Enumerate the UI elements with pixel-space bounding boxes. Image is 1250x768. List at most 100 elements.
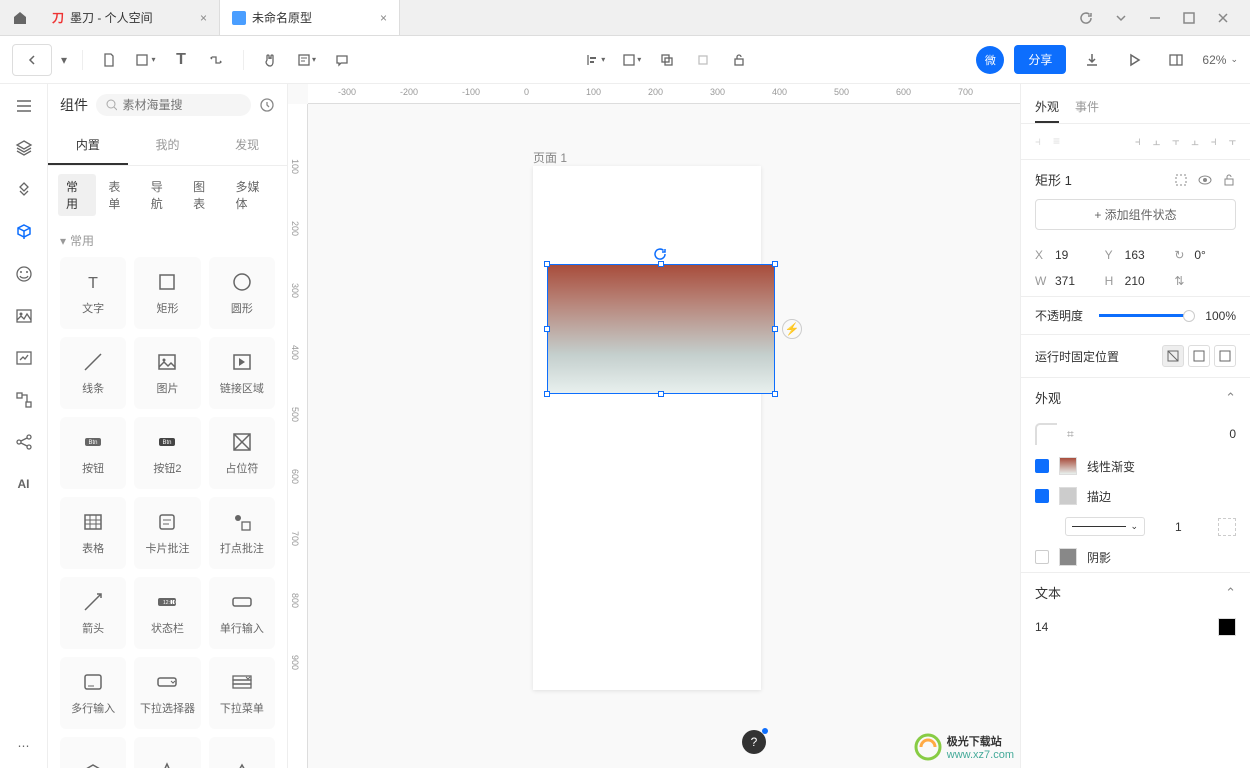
fixed-bottom[interactable] [1214,345,1236,367]
list-icon[interactable] [12,94,36,118]
component-item[interactable]: Btn按钮2 [134,417,200,489]
tab-prototype[interactable]: 未命名原型 × [220,0,400,35]
resize-handle[interactable] [544,326,550,332]
text-tool[interactable]: T [165,44,197,76]
interaction-icon[interactable]: ⚡ [782,319,802,339]
cat-media[interactable]: 多媒体 [227,174,277,216]
rotate-handle[interactable] [653,247,667,261]
help-button[interactable]: ? [742,730,766,754]
more-icon[interactable]: ⋯ [12,734,36,758]
comment-tool[interactable] [326,44,358,76]
shadow-checkbox[interactable] [1035,550,1049,564]
component-item[interactable]: 线条 [60,337,126,409]
page-label[interactable]: 页面 1 [533,149,567,166]
tab-appearance[interactable]: 外观 [1035,92,1059,123]
section-header[interactable]: ▾ 常用 [48,224,287,257]
component-item[interactable]: 占位符 [209,417,275,489]
group-icon[interactable] [687,44,719,76]
link-icon[interactable]: ⇅ [1174,274,1184,288]
align-middle-icon[interactable]: ⫞ [1211,134,1217,149]
fixed-top[interactable] [1188,345,1210,367]
combine-icon[interactable] [651,44,683,76]
stroke-style-select[interactable]: ⌄ [1065,517,1145,536]
component-item[interactable]: 打点批注 [209,497,275,569]
component-item[interactable]: 单行输入 [209,577,275,649]
shadow-swatch[interactable] [1059,548,1077,566]
component-item[interactable]: 圆形 [209,257,275,329]
add-state-button[interactable]: + 添加组件状态 [1035,199,1236,230]
tab-mine[interactable]: 我的 [128,126,208,165]
stroke-checkbox[interactable] [1035,489,1049,503]
share-button[interactable]: 分享 [1014,45,1066,74]
image-icon[interactable] [12,304,36,328]
home-tab[interactable] [0,0,40,35]
y-value[interactable]: 163 [1125,248,1145,262]
chart-icon[interactable] [12,346,36,370]
user-badge[interactable]: 微 [976,46,1004,74]
resize-handle[interactable] [544,261,550,267]
frame-tool[interactable]: ▾ [615,44,647,76]
radius-icon[interactable] [1035,423,1057,445]
resize-handle[interactable] [772,391,778,397]
align-left-icon[interactable]: ⫞ [1135,134,1141,149]
eye-icon[interactable] [1198,173,1212,187]
cat-form[interactable]: 表单 [100,174,138,216]
resize-handle[interactable] [772,261,778,267]
refresh-icon[interactable] [1078,10,1094,26]
ai-icon[interactable]: AI [12,472,36,496]
component-item[interactable]: Btn按钮 [60,417,126,489]
component-item[interactable]: 矩形 [134,257,200,329]
component-item[interactable]: 图片 [134,337,200,409]
search-input[interactable] [96,94,251,116]
tab-modao[interactable]: 刀 墨刀 - 个人空间 × [40,0,220,35]
stroke-width-value[interactable]: 1 [1175,520,1182,534]
stroke-position-icon[interactable] [1218,518,1236,536]
font-size-value[interactable]: 14 [1035,620,1048,634]
component-item[interactable]: T文字 [60,257,126,329]
share-rail-icon[interactable] [12,430,36,454]
back-dropdown[interactable]: ▾ [56,44,72,76]
text-color-swatch[interactable] [1218,618,1236,636]
tab-discover[interactable]: 发现 [207,126,287,165]
close-window-icon[interactable] [1216,11,1230,25]
radius-value[interactable]: 0 [1229,427,1236,441]
tab-builtin[interactable]: 内置 [48,126,128,165]
fixed-none[interactable] [1162,345,1184,367]
back-button[interactable] [12,44,52,76]
cat-chart[interactable]: 图表 [185,174,223,216]
h-value[interactable]: 210 [1125,274,1145,288]
align-left-icon[interactable]: ▾ [579,44,611,76]
align-top-icon[interactable]: ⫠ [1191,134,1198,149]
maximize-icon[interactable] [1182,11,1196,25]
layers-icon[interactable] [12,136,36,160]
align-h2-icon[interactable]: ≡ [1053,134,1060,149]
chevron-up-icon[interactable]: ⌃ [1225,390,1236,406]
note-tool[interactable]: ▾ [290,44,322,76]
align-right-icon[interactable]: ⫟ [1172,134,1179,149]
component-item[interactable]: 下拉菜单 [209,657,275,729]
zoom-control[interactable]: 62% ⌄ [1202,53,1238,67]
shape-tool[interactable]: ▾ [129,44,161,76]
lock-icon[interactable] [1222,173,1236,187]
close-icon[interactable]: × [200,11,207,25]
file-icon[interactable] [93,44,125,76]
align-center-icon[interactable]: ⫠ [1153,134,1160,149]
component-item[interactable]: 箭头 [60,577,126,649]
radius-corners-icon[interactable]: ⌗ [1067,427,1074,442]
chevron-down-icon[interactable] [1114,11,1128,25]
align-bottom-icon[interactable]: ⫟ [1229,134,1236,149]
download-icon[interactable] [1076,44,1108,76]
resize-handle[interactable] [658,391,664,397]
artboard[interactable] [533,166,761,690]
bounds-icon[interactable] [1174,173,1188,187]
chevron-up-icon[interactable]: ⌃ [1225,585,1236,601]
tab-events[interactable]: 事件 [1075,92,1099,123]
cat-common[interactable]: 常用 [58,174,96,216]
rotation-value[interactable]: 0° [1194,248,1205,262]
opacity-value[interactable]: 100% [1205,309,1236,323]
component-item[interactable]: 链接区域 [209,337,275,409]
play-icon[interactable] [1118,44,1150,76]
components-icon[interactable] [12,220,36,244]
flow-icon[interactable] [12,388,36,412]
w-value[interactable]: 371 [1055,274,1075,288]
